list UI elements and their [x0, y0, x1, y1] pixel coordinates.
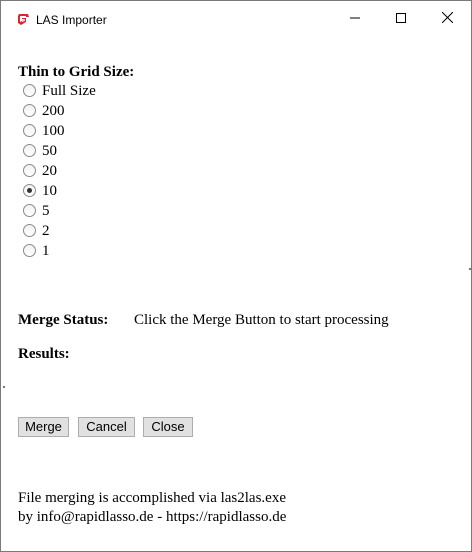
cancel-button[interactable]: Cancel [78, 417, 135, 437]
radio-label: 2 [42, 223, 50, 239]
radio-option-5[interactable]: 5 [21, 201, 221, 221]
window-edge-mark [3, 386, 5, 388]
merge-button[interactable]: Merge [18, 417, 69, 437]
radio-option-100[interactable]: 100 [21, 121, 221, 141]
radio-button[interactable] [23, 244, 36, 257]
radio-option-20[interactable]: 20 [21, 161, 221, 181]
sketchup-logo-icon [17, 13, 30, 26]
footer-line-2: by info@rapidlasso.de - https://rapidlas… [18, 509, 287, 525]
results-label: Results: [18, 346, 70, 362]
radio-button[interactable] [23, 224, 36, 237]
radio-label: 200 [42, 103, 65, 119]
radio-option-200[interactable]: 200 [21, 101, 221, 121]
maximize-icon [396, 12, 406, 26]
radio-option-10[interactable]: 10 [21, 181, 221, 201]
radio-label: 1 [42, 243, 50, 259]
radio-label: 20 [42, 163, 57, 179]
footer-line-1: File merging is accomplished via las2las… [18, 490, 286, 506]
radio-option-1[interactable]: 1 [21, 241, 221, 261]
merge-status-text: Click the Merge Button to start processi… [134, 312, 389, 328]
title-bar[interactable]: LAS Importer [1, 1, 471, 37]
radio-button-selected[interactable] [23, 184, 36, 197]
window-title: LAS Importer [36, 13, 107, 27]
close-icon [441, 11, 453, 26]
radio-label: Full Size [42, 83, 96, 99]
merge-status-label: Merge Status: [18, 312, 109, 328]
radio-button[interactable] [23, 104, 36, 117]
radio-button[interactable] [23, 84, 36, 97]
maximize-button[interactable] [378, 1, 424, 37]
grid-size-heading: Thin to Grid Size: [18, 64, 135, 80]
radio-button[interactable] [23, 204, 36, 217]
radio-option-full-size[interactable]: Full Size [21, 81, 221, 101]
las-importer-window: LAS Importer Thin to Grid Size: Full Siz… [0, 0, 472, 552]
minimize-button[interactable] [332, 1, 378, 37]
radio-button[interactable] [23, 144, 36, 157]
close-window-button[interactable] [424, 1, 470, 37]
radio-label: 50 [42, 143, 57, 159]
radio-label: 10 [42, 183, 57, 199]
radio-button[interactable] [23, 164, 36, 177]
radio-label: 5 [42, 203, 50, 219]
footer-credits: File merging is accomplished via las2las… [18, 489, 286, 527]
radio-option-2[interactable]: 2 [21, 221, 221, 241]
close-button[interactable]: Close [143, 417, 193, 437]
radio-option-50[interactable]: 50 [21, 141, 221, 161]
radio-button[interactable] [23, 124, 36, 137]
radio-label: 100 [42, 123, 65, 139]
window-edge-mark [469, 268, 471, 270]
minimize-icon [350, 12, 360, 26]
